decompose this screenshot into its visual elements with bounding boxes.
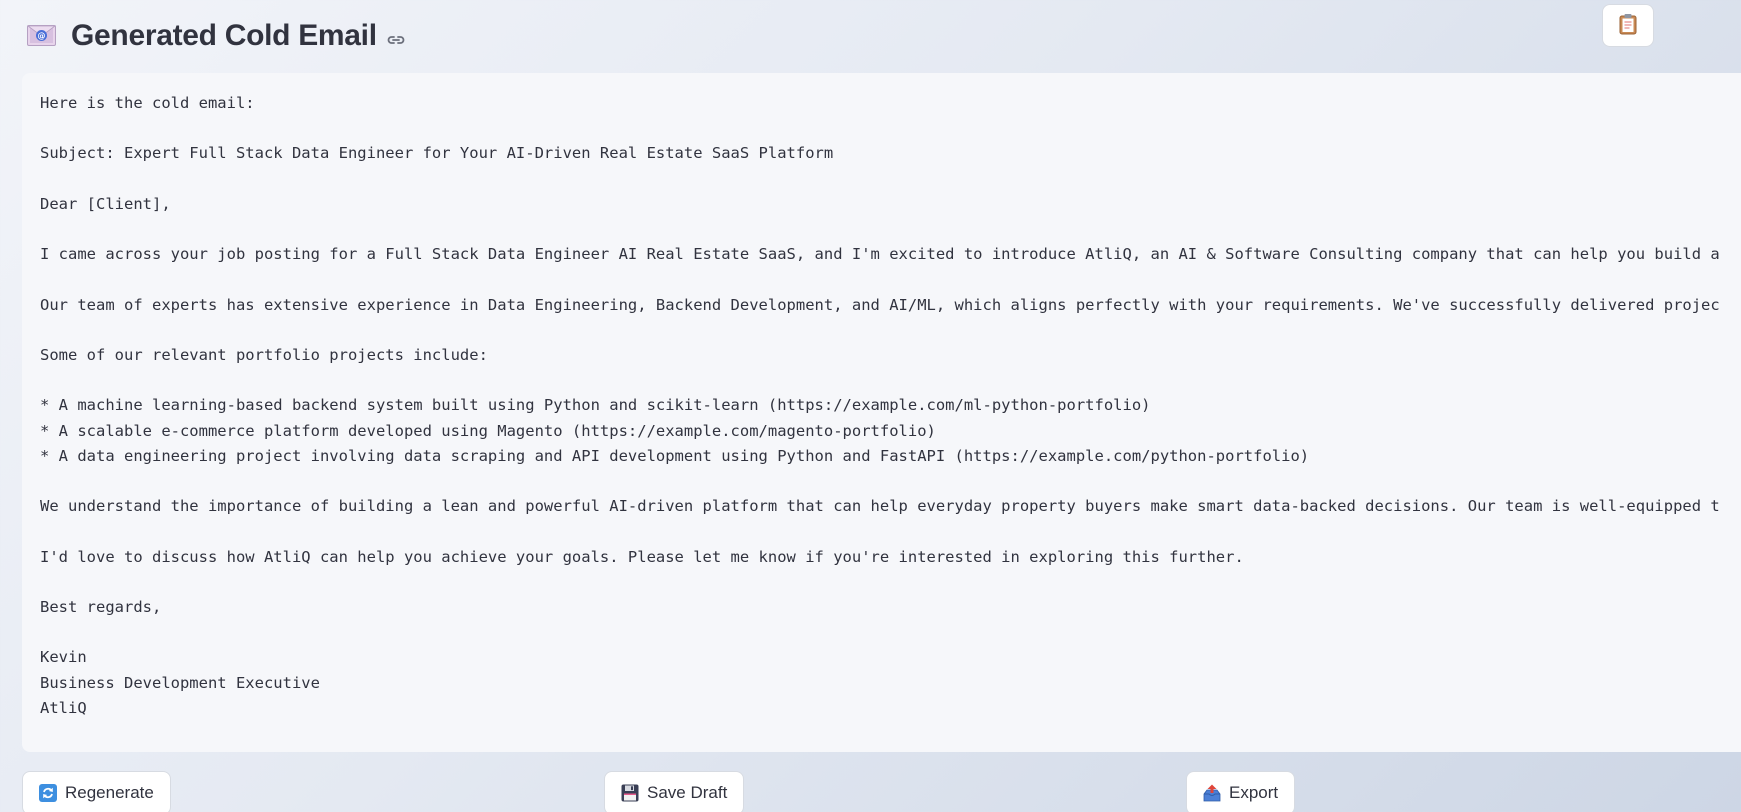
generated-email-panel[interactable]: Here is the cold email: Subject: Expert … <box>22 73 1741 752</box>
copy-to-clipboard-button[interactable] <box>1602 4 1654 47</box>
link-icon[interactable] <box>387 32 405 46</box>
email-line: * A data engineering project involving d… <box>40 446 1310 465</box>
email-line: AtliQ <box>40 698 87 717</box>
email-line: We understand the importance of building… <box>40 497 1720 516</box>
email-line: I'd love to discuss how AtliQ can help y… <box>40 547 1244 566</box>
envelope-at-icon: @ <box>27 25 59 47</box>
svg-text:@: @ <box>38 32 46 41</box>
email-line: Here is the cold email: <box>40 94 255 112</box>
clipboard-icon <box>1619 13 1637 39</box>
floppy-disk-icon <box>621 784 639 802</box>
email-line: Kevin <box>40 648 87 667</box>
email-body-text[interactable]: Here is the cold email: Subject: Expert … <box>40 91 1720 721</box>
export-button[interactable]: Export <box>1186 771 1296 812</box>
outbox-tray-icon <box>1203 784 1221 802</box>
email-line: Best regards, <box>40 598 162 617</box>
regenerate-button[interactable]: Regenerate <box>22 771 171 812</box>
email-line: * A scalable e-commerce platform develop… <box>40 421 936 440</box>
refresh-icon <box>39 784 57 802</box>
export-label: Export <box>1229 783 1279 802</box>
email-line: Some of our relevant portfolio projects … <box>40 346 488 365</box>
email-line: I came across your job posting for a Ful… <box>40 245 1720 264</box>
email-line: Subject: Expert Full Stack Data Engineer… <box>40 144 834 163</box>
email-line: Business Development Executive <box>40 673 320 692</box>
email-line: * A machine learning-based backend syste… <box>40 396 1151 415</box>
save-draft-button[interactable]: Save Draft <box>604 771 745 812</box>
save-draft-label: Save Draft <box>647 783 728 802</box>
regenerate-label: Regenerate <box>65 783 154 802</box>
page-title: Generated Cold Email <box>71 19 377 52</box>
page-header: @ Generated Cold Email <box>27 16 405 56</box>
email-line: Dear [Client], <box>40 194 171 213</box>
email-line: Our team of experts has extensive experi… <box>40 295 1720 314</box>
